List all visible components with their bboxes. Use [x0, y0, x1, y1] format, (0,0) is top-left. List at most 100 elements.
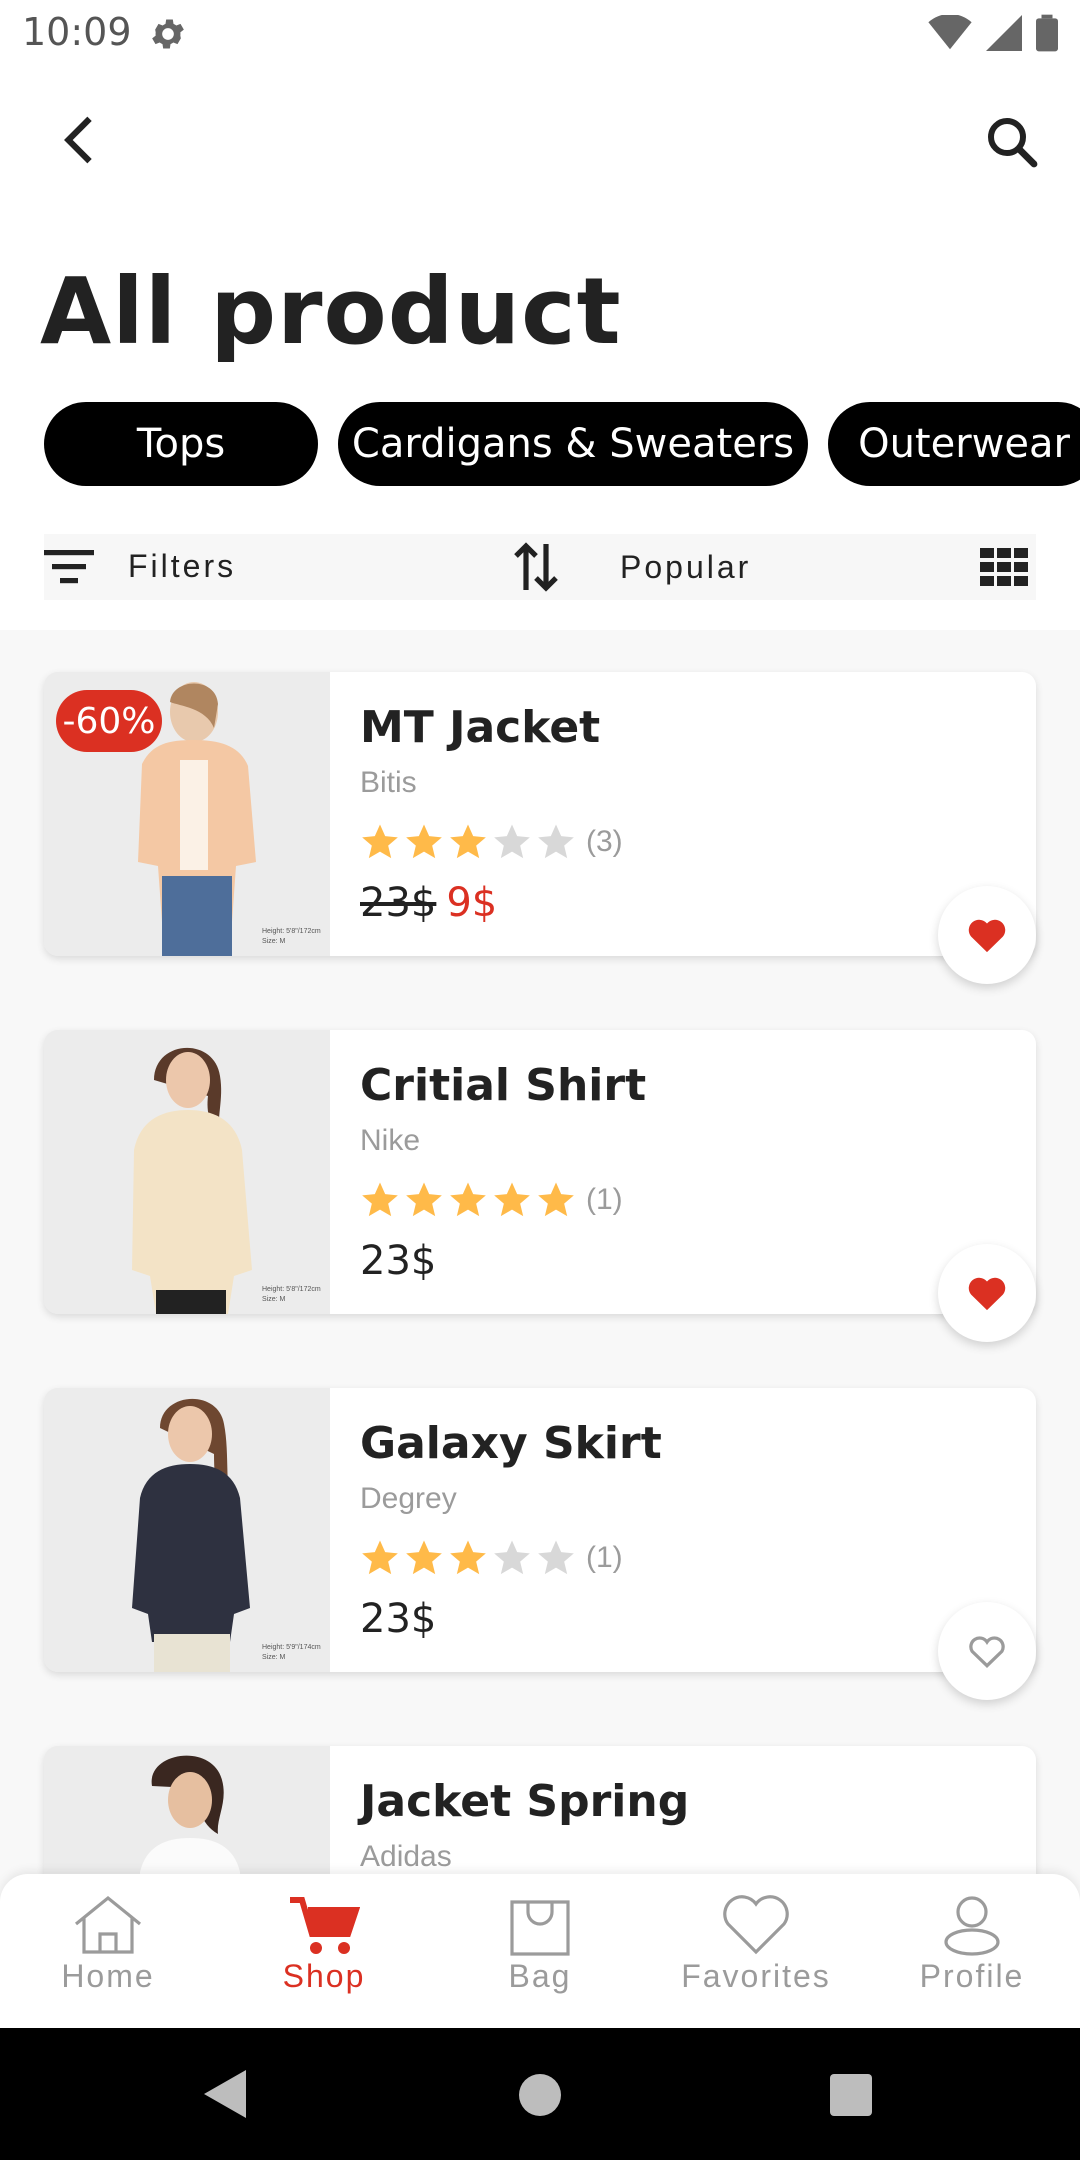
star-icon	[450, 1540, 486, 1575]
discount-badge: -60%	[56, 690, 162, 752]
status-time: 10:09	[22, 10, 132, 54]
battery-icon	[1036, 14, 1058, 52]
heart-outline-icon	[969, 1636, 1005, 1669]
system-back-icon[interactable]	[204, 2070, 246, 2118]
sort-icon	[514, 542, 558, 592]
filters-label: Filters	[128, 547, 237, 584]
nav-shop[interactable]: Shop	[216, 1874, 432, 2028]
product-name: MT Jacket	[360, 702, 601, 753]
gear-icon	[152, 19, 184, 49]
filters-button[interactable]: Filters	[44, 546, 236, 586]
nav-profile[interactable]: Profile	[864, 1874, 1080, 2028]
home-icon	[74, 1895, 142, 1954]
price: 23$	[360, 1596, 1016, 1646]
review-count: (3)	[586, 825, 623, 858]
product-image: Height: 5'8"/172cm Size: M	[44, 1030, 330, 1314]
nav-label: Shop	[282, 1958, 366, 1994]
sale-price: 9$	[446, 880, 498, 926]
cart-icon	[290, 1897, 360, 1954]
search-button[interactable]	[980, 110, 1044, 174]
bottom-navigation: Home Shop Bag Favorites Profile	[0, 1874, 1080, 2028]
category-chips: Tops Cardigans & Sweaters Outerwear	[44, 402, 1080, 486]
status-bar: 10:09	[0, 0, 1080, 66]
svg-text:Height: 5'9"/174cm: Height: 5'9"/174cm	[262, 1644, 321, 1651]
star-icon	[450, 1182, 486, 1217]
sort-button[interactable]: Popular	[514, 540, 751, 594]
back-button[interactable]	[50, 112, 106, 168]
review-count: (1)	[586, 1541, 623, 1574]
old-price: 23$	[360, 880, 437, 926]
status-icons	[928, 14, 1058, 52]
svg-text:Height: 5'8"/172cm: Height: 5'8"/172cm	[262, 1286, 321, 1293]
product-name: Critial Shirt	[360, 1060, 647, 1111]
star-empty-icon	[494, 824, 530, 859]
star-empty-icon	[538, 1540, 574, 1575]
nav-bag[interactable]: Bag	[432, 1874, 648, 2028]
price: 23$ 9$	[360, 880, 1016, 930]
product-brand: Degrey	[360, 1482, 457, 1515]
nav-label: Favorites	[681, 1958, 831, 1994]
favorite-button[interactable]	[938, 886, 1036, 984]
chip-cardigans-sweaters[interactable]: Cardigans & Sweaters	[338, 402, 808, 486]
profile-icon	[944, 1896, 1000, 1956]
wifi-icon	[928, 15, 972, 50]
heart-icon	[723, 1895, 789, 1955]
product-info: Galaxy Skirt Degrey (1) 23$	[360, 1418, 1016, 1646]
heart-filled-icon	[968, 919, 1006, 953]
product-card[interactable]: Height: 5'8"/172cm Size: M -60% MT Jacke…	[44, 672, 1036, 984]
rating: (1)	[360, 1178, 1016, 1222]
nav-label: Profile	[919, 1958, 1025, 1994]
rating: (1)	[360, 1536, 1016, 1580]
star-icon	[406, 824, 442, 859]
grid-view-icon[interactable]	[980, 548, 1028, 586]
filter-bar: Filters Popular	[44, 534, 1036, 600]
bag-icon	[510, 1900, 570, 1956]
page-title: All product	[40, 258, 622, 365]
chip-tops[interactable]: Tops	[44, 402, 318, 486]
product-name: Galaxy Skirt	[360, 1418, 662, 1469]
nav-label: Bag	[508, 1958, 572, 1994]
nav-home[interactable]: Home	[0, 1874, 216, 2028]
product-info: Critial Shirt Nike (1) 23$	[360, 1060, 1016, 1288]
sort-label: Popular	[620, 548, 752, 585]
product-info: Jacket Spring Adidas	[360, 1776, 1016, 1884]
star-icon	[450, 824, 486, 859]
product-brand: Bitis	[360, 766, 417, 799]
product-photo-model: Height: 5'8"/172cm Size: M	[44, 1030, 330, 1314]
favorite-button[interactable]	[938, 1602, 1036, 1700]
heart-filled-icon	[968, 1277, 1006, 1311]
star-icon	[494, 1182, 530, 1217]
signal-icon	[986, 15, 1022, 51]
nav-favorites[interactable]: Favorites	[648, 1874, 864, 2028]
star-icon	[538, 1182, 574, 1217]
product-info: MT Jacket Bitis (3) 23$ 9$	[360, 702, 1016, 930]
svg-text:Height: 5'8"/172cm: Height: 5'8"/172cm	[262, 928, 321, 935]
product-photo-model: Height: 5'9"/174cm Size: M	[44, 1388, 330, 1672]
chevron-left-icon	[64, 116, 92, 164]
chip-outerwear[interactable]: Outerwear	[828, 402, 1080, 486]
regular-price: 23$	[360, 1596, 437, 1642]
system-recents-icon[interactable]	[830, 2074, 872, 2116]
favorite-button[interactable]	[938, 1244, 1036, 1342]
star-empty-icon	[494, 1540, 530, 1575]
product-card[interactable]: Height: 5'8"/172cm Size: M Critial Shirt…	[44, 1030, 1036, 1342]
review-count: (1)	[586, 1183, 623, 1216]
filter-icon	[44, 550, 94, 584]
svg-text:Size: M: Size: M	[262, 1296, 286, 1303]
system-navigation-bar	[0, 2028, 1080, 2160]
svg-text:Size: M: Size: M	[262, 1654, 286, 1661]
system-home-icon[interactable]	[519, 2074, 561, 2116]
star-icon	[362, 1540, 398, 1575]
product-name: Jacket Spring	[360, 1776, 690, 1827]
nav-label: Home	[61, 1958, 155, 1994]
star-icon	[406, 1540, 442, 1575]
product-brand: Nike	[360, 1124, 421, 1157]
rating: (3)	[360, 820, 1016, 864]
product-image: Height: 5'9"/174cm Size: M	[44, 1388, 330, 1672]
star-icon	[406, 1182, 442, 1217]
price: 23$	[360, 1238, 1016, 1288]
star-icon	[362, 1182, 398, 1217]
product-card[interactable]: Height: 5'9"/174cm Size: M Galaxy Skirt …	[44, 1388, 1036, 1700]
star-icon	[362, 824, 398, 859]
search-icon	[988, 118, 1038, 168]
